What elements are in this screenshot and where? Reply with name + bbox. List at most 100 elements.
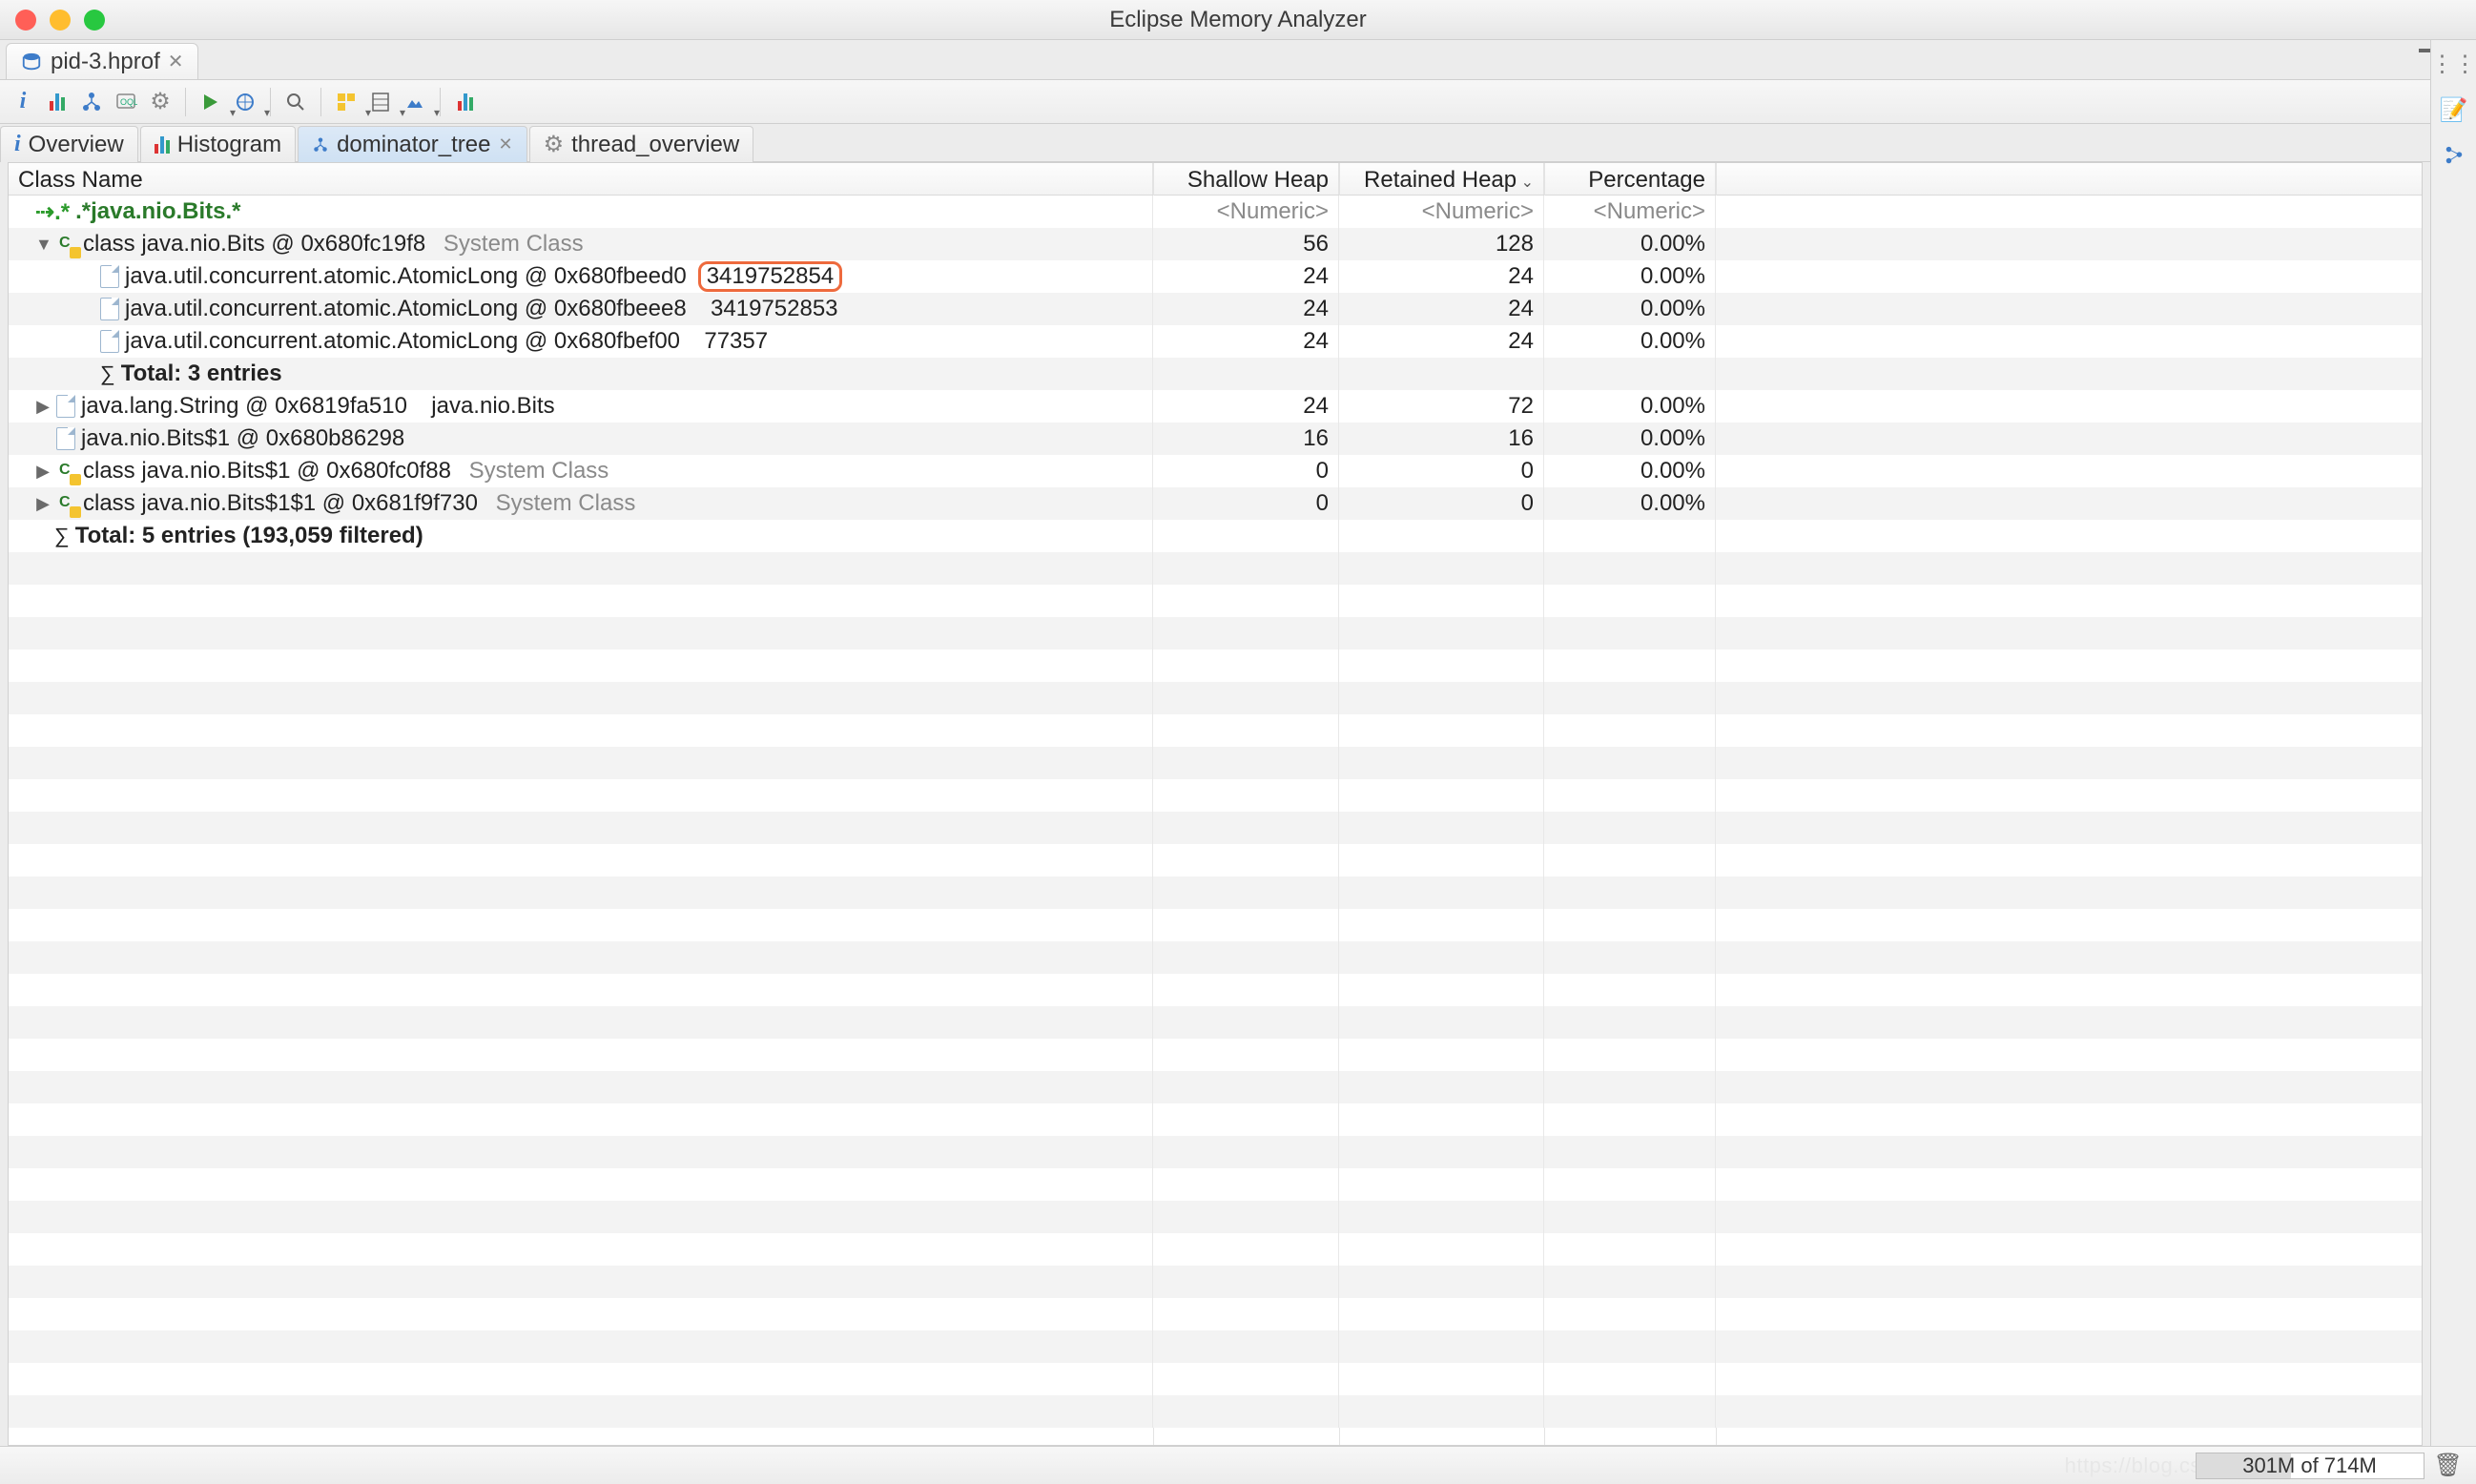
row-class-name: class java.nio.Bits$1$1 @ 0x681f9f730 [83,490,478,517]
tab-threads-label: thread_overview [571,132,739,158]
table-row[interactable]: ▶ java.lang.String @ 0x6819fa510 java.ni… [9,390,2422,423]
cell-percent: 0.00% [1544,423,1716,455]
cell-percent: 0.00% [1544,325,1716,358]
cell-retained: 0 [1339,455,1544,487]
cell-retained: 16 [1339,423,1544,455]
close-window-icon[interactable] [15,10,36,31]
cell-shallow: 56 [1153,228,1339,260]
class-icon [56,461,77,482]
tab-dominator-tree[interactable]: dominator_tree ✕ [298,126,527,162]
cell-retained: 128 [1339,228,1544,260]
export-tool-dropdown[interactable] [400,87,430,117]
threads-tool-icon[interactable] [145,87,175,117]
tab-dominator-label: dominator_tree [337,132,490,158]
row-class-name: java.util.concurrent.atomic.AtomicLong @… [125,296,687,322]
find-tool-icon[interactable] [280,87,311,117]
table-row[interactable]: java.util.concurrent.atomic.AtomicLong @… [9,293,2422,325]
tab-thread-overview[interactable]: thread_overview [529,126,754,162]
instance-icon [100,330,119,353]
compare-tool-icon[interactable] [450,87,481,117]
close-subtab-icon[interactable]: ✕ [499,134,513,155]
row-class-name: java.nio.Bits$1 @ 0x680b86298 [81,425,404,452]
col-class-name[interactable]: Class Name [9,163,1153,195]
highlighted-value: 3419752854 [698,261,842,292]
disclosure-closed-icon[interactable]: ▶ [35,397,51,417]
dominator-tool-icon[interactable] [76,87,107,117]
table-row[interactable]: ▶ class java.nio.Bits$1$1 @ 0x681f9f730 … [9,487,2422,520]
total-label: Total: 3 entries [121,361,282,387]
cell-retained: 0 [1339,487,1544,520]
query-browser-dropdown[interactable] [230,87,260,117]
group-tool-dropdown[interactable] [331,87,361,117]
minimize-window-icon[interactable] [50,10,71,31]
app-window: { "app": { "title": "Eclipse Memory Anal… [0,0,2476,1484]
cell-percent: 0.00% [1544,487,1716,520]
sigma-icon: ∑ [100,361,115,386]
instance-icon [100,298,119,320]
instance-icon [100,265,119,288]
table-row[interactable]: java.util.concurrent.atomic.AtomicLong @… [9,325,2422,358]
tab-overview[interactable]: i Overview [0,126,138,162]
main-toolbar: i OQL ? [0,80,2476,124]
drag-handle-icon[interactable]: ⋮⋮ [2440,50,2468,78]
regex-filter-icon: ⇢.* [35,198,70,226]
filter-percent[interactable]: <Numeric> [1544,196,1716,228]
row-class-name: java.lang.String @ 0x6819fa510 [81,393,407,420]
close-tab-icon[interactable]: ✕ [168,50,184,73]
tab-histogram-label: Histogram [177,132,281,158]
disclosure-closed-icon[interactable]: ▶ [35,462,51,482]
heap-dump-icon [20,52,43,72]
tab-histogram[interactable]: Histogram [140,126,296,162]
cell-shallow: 24 [1153,325,1339,358]
heap-memory-indicator[interactable]: 301M of 714M [2196,1453,2424,1479]
filter-shallow[interactable]: <Numeric> [1153,196,1339,228]
filter-retained[interactable]: <Numeric> [1339,196,1544,228]
run-gc-icon[interactable]: 🗑 [2434,1452,2463,1479]
navigation-view-icon[interactable] [2440,141,2468,170]
total-row: ∑ Total: 5 entries (193,059 filtered) [9,520,2422,552]
table-row[interactable]: java.util.concurrent.atomic.AtomicLong @… [9,260,2422,293]
calculate-tool-dropdown[interactable] [365,87,396,117]
notes-view-icon[interactable]: 📝 [2440,95,2468,124]
oql-tool-icon[interactable]: OQL [111,87,141,117]
overview-tool-icon[interactable]: i [8,87,38,117]
total-label: Total: 5 entries (193,059 filtered) [75,523,423,549]
row-class-name: class java.nio.Bits @ 0x680fc19f8 [83,231,425,258]
right-perspective-bar: ⋮⋮ 📝 [2430,40,2476,1446]
tab-overview-label: Overview [29,132,124,158]
table-row[interactable]: ▼ class java.nio.Bits @ 0x680fc19f8 Syst… [9,228,2422,260]
cell-percent: 0.00% [1544,260,1716,293]
row-value: 77357 [704,328,768,355]
sigma-icon: ∑ [54,524,70,548]
col-retained-heap[interactable]: Retained Heap ⌄ [1339,163,1544,195]
system-class-label: System Class [444,231,584,258]
histogram-tool-icon[interactable] [42,87,72,117]
cell-retained: 24 [1339,293,1544,325]
window-title: Eclipse Memory Analyzer [1109,7,1366,33]
class-icon [56,234,77,255]
dominator-tree-table: Class Name Shallow Heap Retained Heap ⌄ … [8,162,2423,1446]
table-row[interactable]: ▶ java.nio.Bits$1 @ 0x680b86298 16 16 0.… [9,423,2422,455]
run-report-dropdown[interactable] [196,87,226,117]
col-shallow-heap[interactable]: Shallow Heap [1153,163,1339,195]
table-body[interactable]: ⇢.* .*java.nio.Bits.* <Numeric> <Numeric… [9,196,2422,1445]
sub-tab-bar: i Overview Histogram dominator_tree ✕ th… [0,124,2476,162]
disclosure-open-icon[interactable]: ▼ [35,235,51,255]
info-icon: i [14,132,21,157]
cell-percent: 0.00% [1544,293,1716,325]
window-controls [0,10,105,31]
cell-shallow: 0 [1153,487,1339,520]
status-bar: https://blog.csdn.net/u012899060 301M of… [0,1446,2476,1484]
table-row[interactable]: ▶ class java.nio.Bits$1 @ 0x680fc0f88 Sy… [9,455,2422,487]
regex-filter-text[interactable]: .*java.nio.Bits.* [75,198,240,225]
table-header: Class Name Shallow Heap Retained Heap ⌄ … [9,163,2422,196]
svg-text:OQL: OQL [120,97,137,107]
editor-tab-pid3[interactable]: pid-3.hprof ✕ [6,43,198,79]
row-class-name: java.util.concurrent.atomic.AtomicLong @… [125,328,680,355]
cell-retained: 24 [1339,325,1544,358]
disclosure-closed-icon[interactable]: ▶ [35,494,51,514]
col-percentage[interactable]: Percentage [1544,163,1716,195]
editor-tab-label: pid-3.hprof [51,49,160,75]
zoom-window-icon[interactable] [84,10,105,31]
filter-row[interactable]: ⇢.* .*java.nio.Bits.* <Numeric> <Numeric… [9,196,2422,228]
